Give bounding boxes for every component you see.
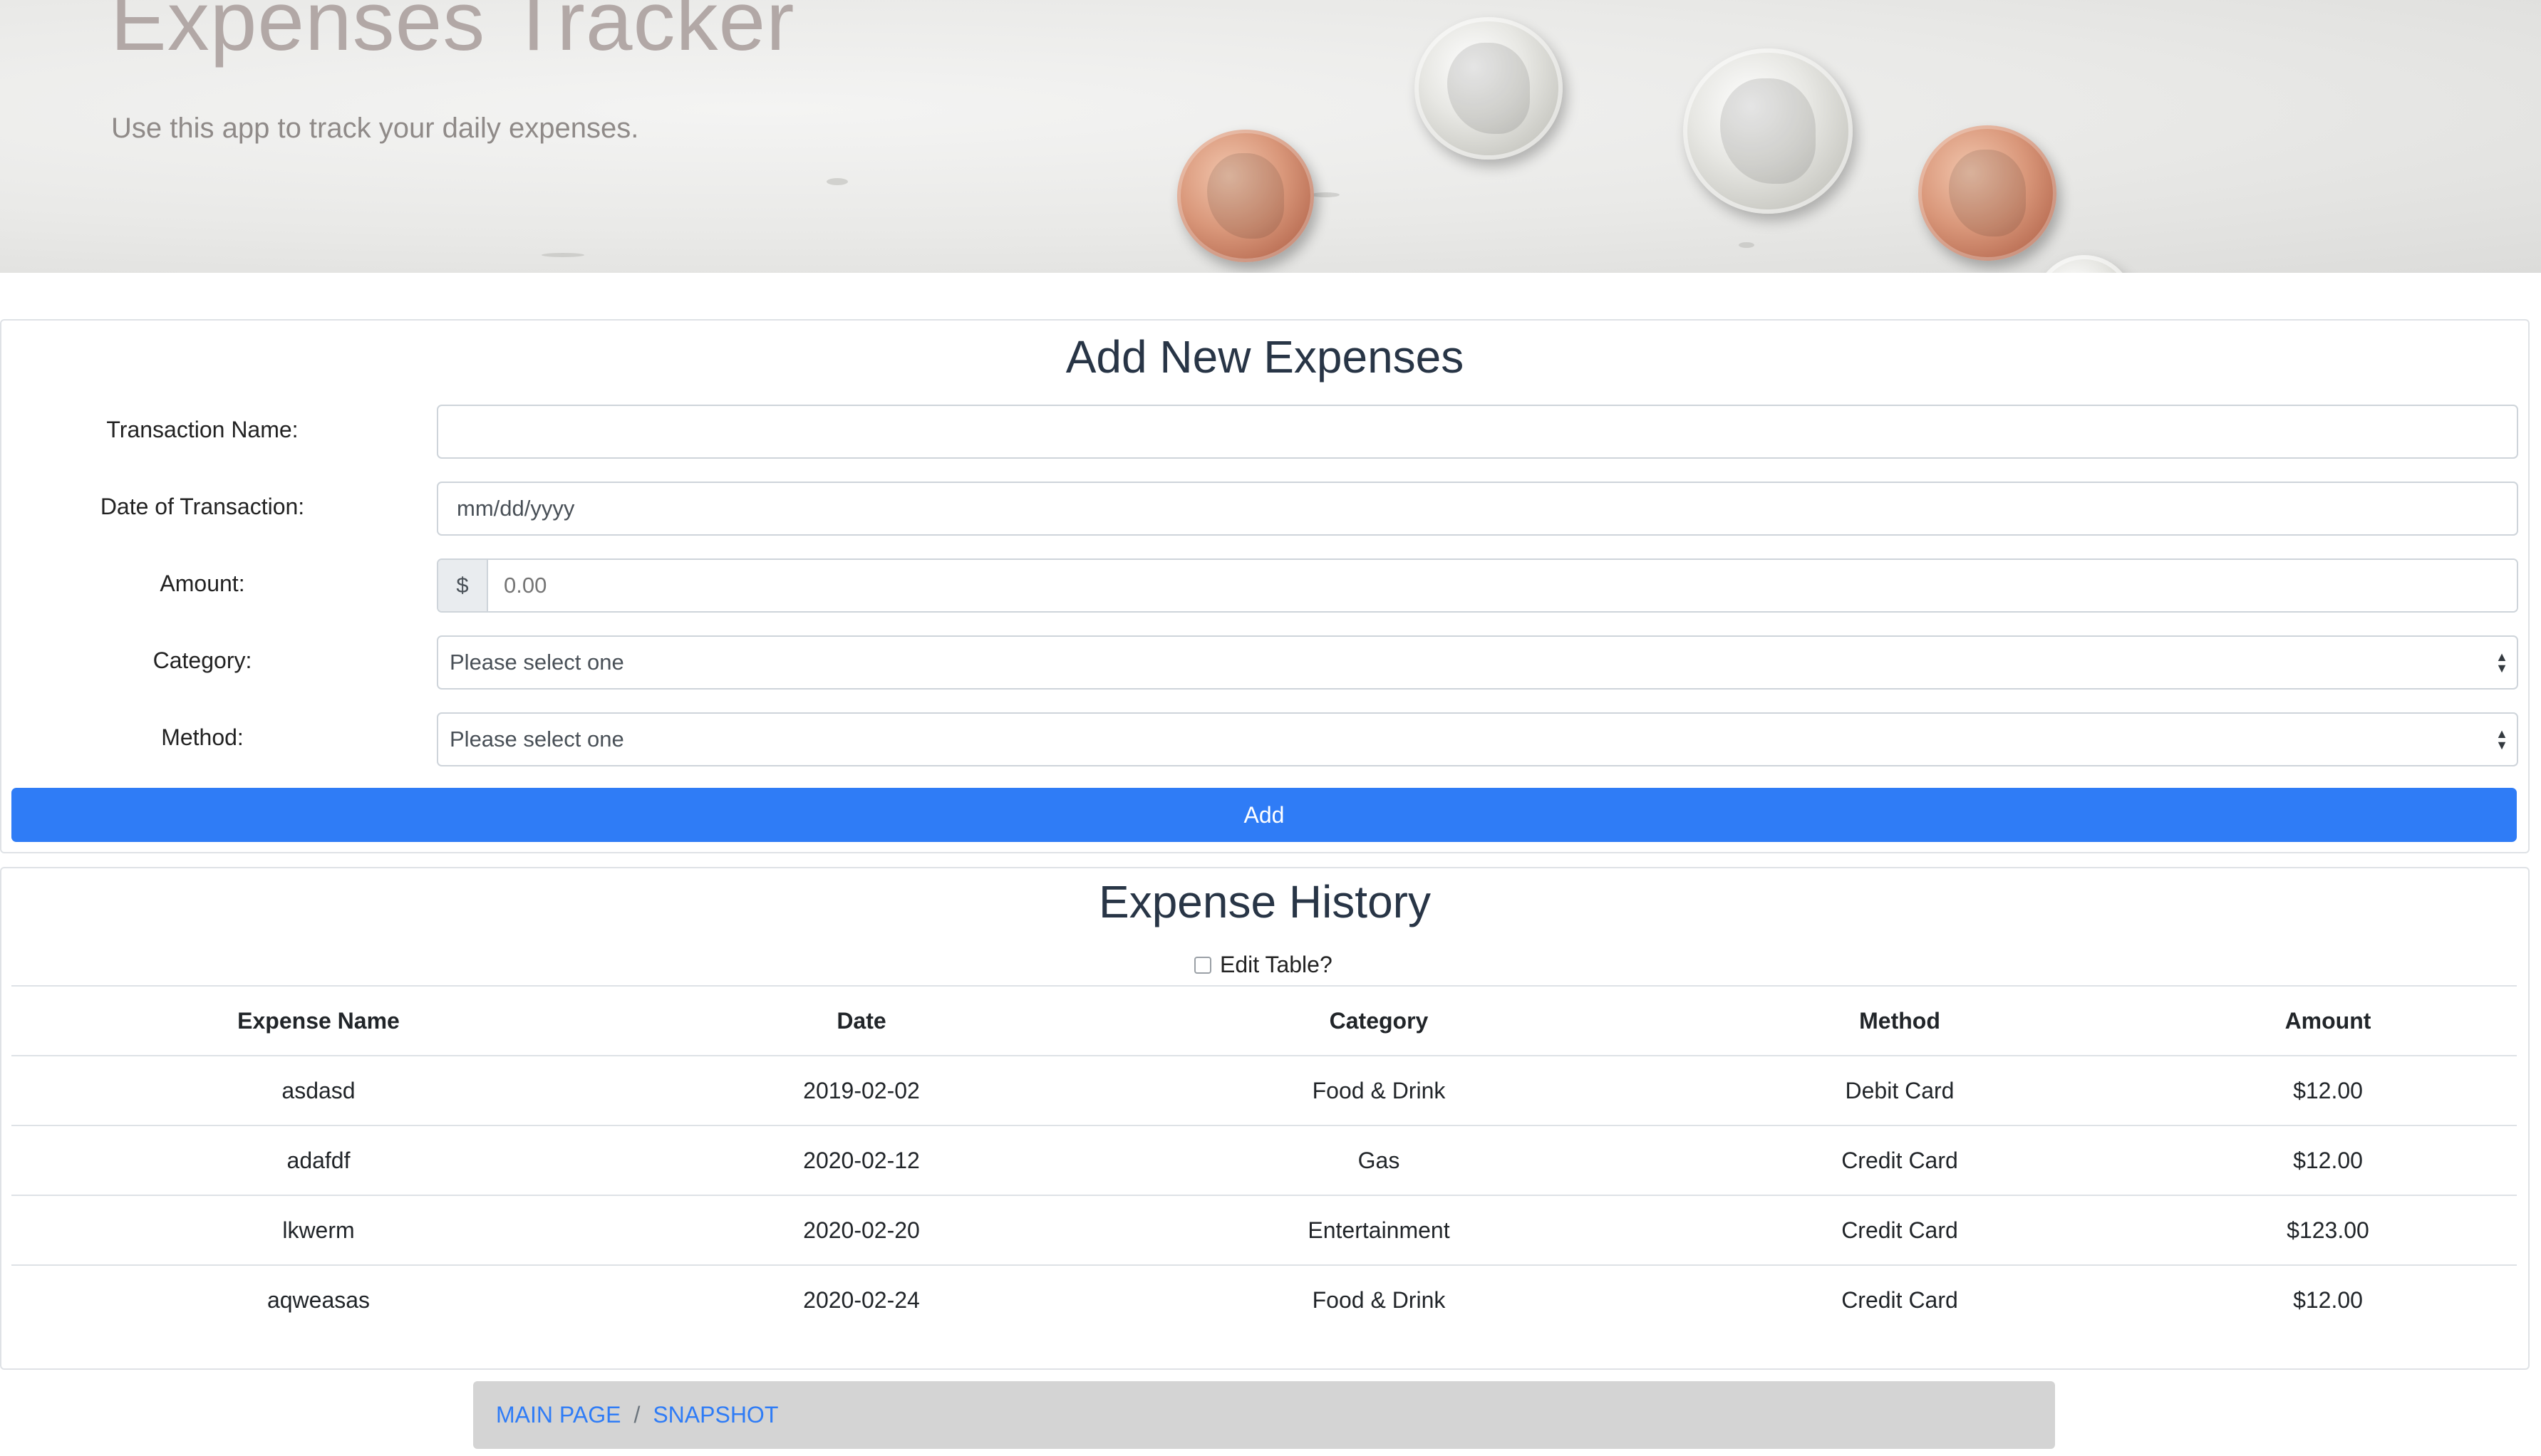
marble-vein [827, 178, 848, 185]
add-expense-button[interactable]: Add [11, 788, 2517, 842]
app-subtitle: Use this app to track your daily expense… [111, 113, 639, 144]
cell-method: Credit Card [1660, 1125, 2139, 1195]
breadcrumb: MAIN PAGE / SNAPSHOT [473, 1381, 2055, 1449]
transaction-name-input[interactable] [437, 405, 2518, 459]
cell-category: Gas [1097, 1125, 1660, 1195]
edit-table-label: Edit Table? [1220, 952, 1332, 977]
column-header-method[interactable]: Method [1660, 985, 2139, 1056]
breadcrumb-snapshot-link[interactable]: SNAPSHOT [653, 1402, 778, 1428]
marble-vein [1739, 242, 1754, 248]
quarter-coin-image [1683, 48, 1853, 214]
add-expense-card: Add New Expenses Transaction Name: Date … [0, 319, 2530, 853]
category-select[interactable]: Please select one ▲ ▼ [437, 635, 2518, 690]
cell-expense-name: lkwerm [11, 1195, 626, 1265]
amount-label: Amount: [160, 571, 245, 596]
cell-expense-name: aqweasas [11, 1264, 626, 1334]
cell-method: Credit Card [1660, 1264, 2139, 1334]
category-selected-value: Please select one [450, 650, 624, 675]
column-header-expense-name[interactable]: Expense Name [11, 985, 626, 1056]
cell-date: 2020-02-12 [626, 1125, 1097, 1195]
breadcrumb-main-page-link[interactable]: MAIN PAGE [496, 1402, 621, 1428]
category-label: Category: [152, 648, 252, 673]
edit-table-checkbox[interactable] [1194, 956, 1211, 974]
column-header-amount[interactable]: Amount [2139, 985, 2517, 1056]
expense-history-table: Expense Name Date Category Method Amount… [11, 985, 2517, 1334]
coin-image [2034, 255, 2134, 273]
hero-banner: Expenses Tracker Use this app to track y… [0, 0, 2541, 273]
breadcrumb-separator: / [633, 1402, 641, 1428]
column-header-category[interactable]: Category [1097, 985, 1660, 1056]
cell-category: Entertainment [1097, 1195, 1660, 1265]
marble-vein [1311, 192, 1340, 197]
app-title: Expenses Tracker [110, 0, 795, 68]
select-arrows-icon: ▲ ▼ [2495, 727, 2508, 752]
amount-input[interactable] [488, 560, 2517, 611]
cell-category: Food & Drink [1097, 1055, 1660, 1125]
table-row[interactable]: aqweasas 2020-02-24 Food & Drink Credit … [11, 1264, 2517, 1334]
table-header-row: Expense Name Date Category Method Amount [11, 985, 2517, 1056]
cell-expense-name: asdasd [11, 1055, 626, 1125]
nickel-coin-image [1414, 17, 1563, 160]
penny-coin-image [1177, 130, 1314, 262]
cell-expense-name: adafdf [11, 1125, 626, 1195]
method-selected-value: Please select one [450, 727, 624, 752]
cell-amount: $12.00 [2139, 1055, 2517, 1125]
cell-amount: $12.00 [2139, 1125, 2517, 1195]
method-select[interactable]: Please select one ▲ ▼ [437, 712, 2518, 766]
table-row[interactable]: asdasd 2019-02-02 Food & Drink Debit Car… [11, 1055, 2517, 1125]
cell-method: Debit Card [1660, 1055, 2139, 1125]
cell-amount: $123.00 [2139, 1195, 2517, 1265]
select-arrows-icon: ▲ ▼ [2495, 650, 2508, 675]
marble-vein [542, 253, 584, 257]
cell-date: 2019-02-02 [626, 1055, 1097, 1125]
transaction-name-label: Transaction Name: [106, 417, 299, 442]
cell-method: Credit Card [1660, 1195, 2139, 1265]
edit-table-toggle[interactable]: Edit Table? [1194, 952, 1332, 978]
table-row[interactable]: lkwerm 2020-02-20 Entertainment Credit C… [11, 1195, 2517, 1265]
cell-date: 2020-02-20 [626, 1195, 1097, 1265]
expense-history-title: Expense History [1099, 876, 1431, 927]
cell-category: Food & Drink [1097, 1264, 1660, 1334]
penny-coin-image [1918, 125, 2056, 261]
add-expense-title: Add New Expenses [1065, 331, 1464, 383]
table-row[interactable]: adafdf 2020-02-12 Gas Credit Card $12.00 [11, 1125, 2517, 1195]
method-label: Method: [161, 724, 244, 750]
cell-amount: $12.00 [2139, 1264, 2517, 1334]
transaction-date-input[interactable] [437, 482, 2518, 536]
dollar-prefix: $ [438, 560, 488, 611]
cell-date: 2020-02-24 [626, 1264, 1097, 1334]
column-header-date[interactable]: Date [626, 985, 1097, 1056]
amount-input-group: $ [437, 558, 2518, 613]
transaction-date-label: Date of Transaction: [100, 494, 305, 519]
